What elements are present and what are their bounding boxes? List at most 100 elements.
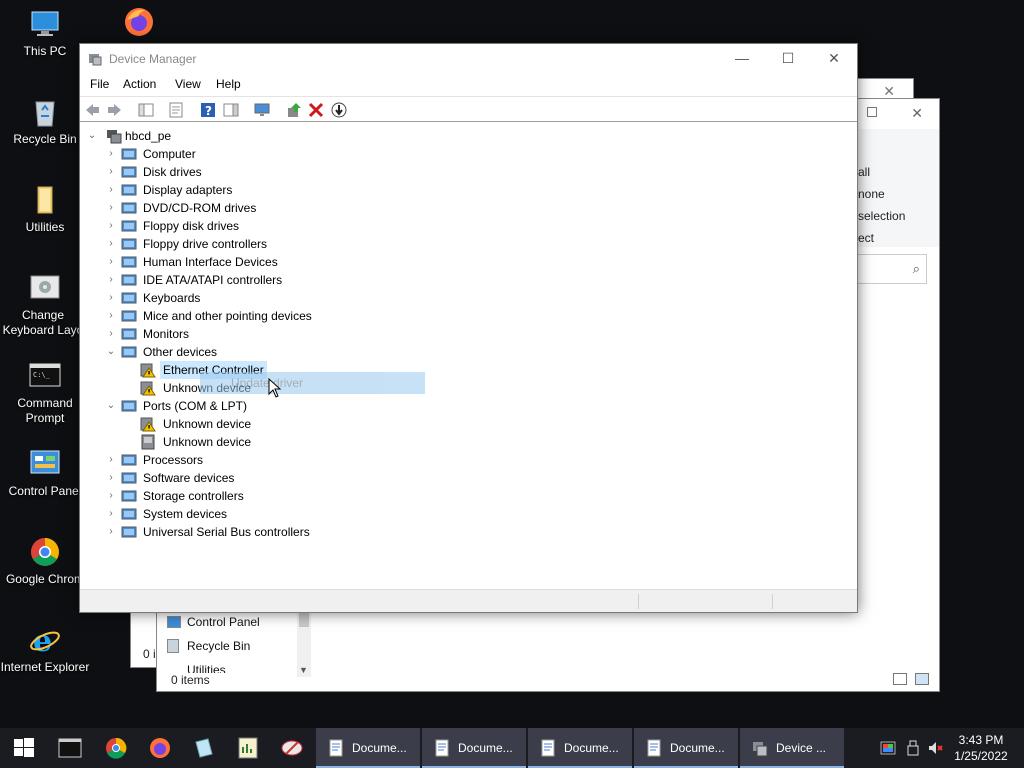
search-icon: ⌕ — [912, 261, 920, 276]
tree-category-label: IDE ATA/ATAPI controllers — [143, 273, 283, 287]
command-prompt-icon[interactable] — [58, 736, 82, 760]
status-text: 0 i — [143, 647, 156, 661]
chrome-icon[interactable] — [104, 736, 128, 760]
start-button[interactable] — [12, 736, 36, 760]
clock-time: 3:43 PM — [958, 733, 1004, 747]
nav-item-utilities[interactable]: Utilities — [187, 663, 226, 673]
desktop-icon-internet-explorer[interactable]: e Internet Explorer — [0, 624, 90, 675]
chevron-right-icon[interactable]: › — [105, 163, 117, 181]
taskbar-task[interactable]: Docume... — [422, 728, 526, 768]
context-menu-update-driver[interactable]: Update driver — [200, 372, 425, 394]
mouse-cursor-icon — [268, 377, 282, 398]
chevron-right-icon[interactable]: › — [105, 469, 117, 487]
select-button[interactable]: ect — [858, 231, 874, 245]
chevron-right-icon[interactable]: › — [105, 235, 117, 253]
chevron-right-icon[interactable]: › — [105, 325, 117, 343]
enable-device-icon[interactable] — [331, 102, 347, 118]
chevron-right-icon[interactable]: › — [105, 271, 117, 289]
taskbar-task[interactable]: Docume... — [316, 728, 420, 768]
chevron-right-icon[interactable]: › — [105, 523, 117, 541]
chevron-right-icon[interactable]: › — [105, 451, 117, 469]
desktop-icon-recycle-bin[interactable]: Recycle Bin — [0, 96, 90, 147]
chevron-right-icon[interactable]: › — [105, 253, 117, 271]
taskbar-task[interactable]: Device ... — [740, 728, 844, 768]
chevron-right-icon[interactable]: › — [105, 181, 117, 199]
paint-tool-icon[interactable] — [280, 736, 304, 760]
menu-view[interactable]: View — [175, 77, 201, 91]
system-clock[interactable]: 3:43 PM 1/25/2022 — [946, 732, 1016, 764]
details-view-icon[interactable] — [893, 673, 907, 685]
forward-arrow-icon[interactable] — [107, 102, 123, 118]
title-bar[interactable]: Device Manager — ☐ ✕ — [80, 44, 857, 74]
scan-hardware-icon[interactable] — [254, 102, 270, 118]
document-icon — [540, 739, 556, 757]
nav-item-control-panel[interactable]: Control Panel — [167, 615, 260, 629]
status-text: 0 items — [171, 673, 210, 687]
tree-category-label: Disk drives — [143, 165, 202, 179]
close-icon[interactable]: ✕ — [911, 105, 923, 122]
speaker-muted-icon[interactable] — [928, 740, 944, 756]
chevron-right-icon[interactable]: › — [105, 217, 117, 235]
control-panel-icon — [29, 448, 61, 480]
desktop-icon-label: Command Prompt — [17, 396, 73, 425]
desktop-icon-label: Change Keyboard Layo — [2, 308, 84, 337]
menu-help[interactable]: Help — [216, 77, 241, 91]
chevron-down-icon[interactable]: ⌄ — [105, 397, 117, 415]
firefox-icon[interactable] — [148, 736, 172, 760]
toolbar: ? — [80, 96, 857, 122]
chevron-down-icon[interactable]: ▼ — [299, 665, 308, 675]
chevron-down-icon[interactable]: ⌄ — [86, 127, 98, 145]
search-input[interactable]: ⌕ — [855, 254, 927, 284]
task-label: Docume... — [352, 741, 407, 755]
desktop-icon-utilities[interactable]: Utilities — [0, 184, 90, 235]
taskbar-task[interactable]: Docume... — [528, 728, 632, 768]
storage-controller-icon — [121, 488, 137, 504]
chevron-right-icon[interactable]: › — [105, 307, 117, 325]
desktop-icon-chrome[interactable]: Google Chrom — [0, 536, 90, 587]
notepad-icon[interactable] — [192, 736, 216, 760]
update-driver-icon[interactable] — [286, 102, 302, 118]
spreadsheet-icon[interactable] — [236, 736, 260, 760]
minimize-button[interactable]: — — [719, 44, 765, 74]
maximize-icon[interactable] — [867, 107, 877, 117]
tree-category-label: Universal Serial Bus controllers — [143, 525, 310, 539]
close-button[interactable]: ✕ — [811, 44, 857, 74]
desktop-icon-firefox[interactable] — [122, 6, 156, 42]
invert-selection-button[interactable]: selection — [858, 209, 905, 223]
menu-bar: File Action View Help — [80, 74, 857, 96]
menu-file[interactable]: File — [90, 77, 109, 91]
usb-device-icon[interactable] — [905, 740, 921, 756]
uninstall-icon[interactable] — [308, 102, 324, 118]
select-none-button[interactable]: none — [858, 187, 885, 201]
tree-category-label: Human Interface Devices — [143, 255, 278, 269]
show-hide-console-tree-icon[interactable] — [138, 102, 154, 118]
chevron-right-icon[interactable]: › — [105, 505, 117, 523]
desktop-icon-control-panel[interactable]: Control Panel — [0, 448, 90, 499]
desktop-icon-label: Internet Explorer — [0, 660, 90, 674]
recycle-bin-icon — [167, 639, 179, 653]
large-icons-view-icon[interactable] — [915, 673, 929, 685]
task-label: Docume... — [458, 741, 513, 755]
nav-scrollbar[interactable]: ▼ — [297, 605, 311, 677]
chevron-right-icon[interactable]: › — [105, 199, 117, 217]
desktop-icon-label: Google Chrom — [5, 572, 85, 586]
taskbar-task[interactable]: Docume... — [634, 728, 738, 768]
properties-icon[interactable] — [168, 102, 184, 118]
display-settings-icon[interactable] — [880, 740, 896, 756]
desktop-icon-command-prompt[interactable]: C:\_ Command Prompt — [0, 360, 90, 426]
chevron-right-icon[interactable]: › — [105, 145, 117, 163]
document-icon — [646, 739, 662, 757]
help-icon[interactable]: ? — [200, 102, 216, 118]
maximize-button[interactable]: ☐ — [765, 44, 811, 74]
desktop-icon-this-pc[interactable]: This PC — [0, 8, 90, 59]
chevron-right-icon[interactable]: › — [105, 487, 117, 505]
desktop-icon-keyboard-layout[interactable]: Change Keyboard Layo — [0, 272, 90, 338]
action-pane-icon[interactable] — [223, 102, 239, 118]
chevron-right-icon[interactable]: › — [105, 289, 117, 307]
select-all-button[interactable]: all — [858, 165, 870, 179]
svg-text:?: ? — [205, 104, 212, 118]
back-arrow-icon[interactable] — [84, 102, 100, 118]
menu-action[interactable]: Action — [123, 77, 156, 91]
chevron-down-icon[interactable]: ⌄ — [105, 343, 117, 361]
nav-item-recycle-bin[interactable]: Recycle Bin — [167, 639, 250, 653]
